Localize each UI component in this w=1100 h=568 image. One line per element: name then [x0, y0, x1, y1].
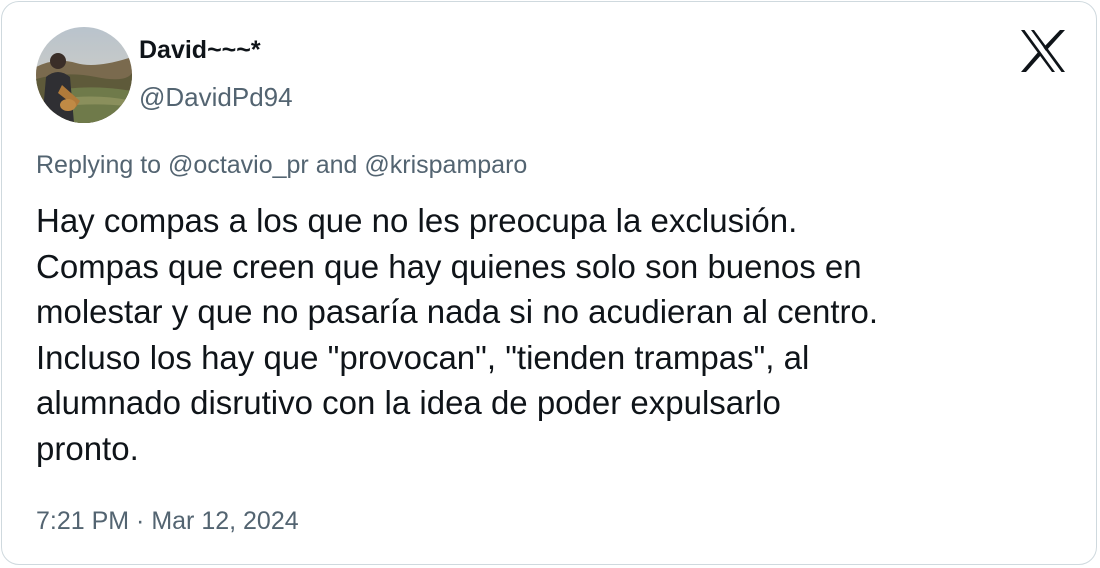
x-logo-icon[interactable] [1020, 30, 1066, 72]
replying-to-joiner: and [308, 151, 365, 179]
person-landscape-avatar-icon [36, 27, 132, 123]
tweet-text: Hay compas a los que no les preocupa la … [36, 202, 879, 467]
author-avatar[interactable] [36, 27, 132, 123]
mention-krispamparo[interactable]: @krispamparo [364, 151, 527, 179]
replying-to-prefix: Replying to [36, 151, 169, 179]
tweet-card: David~~~* @DavidPd94 Replying to @octavi… [1, 1, 1097, 565]
replying-to-line: Replying to @octavio_pr and @krispamparo [36, 151, 527, 180]
tweet-timestamp[interactable]: 7:21 PM · Mar 12, 2024 [36, 507, 299, 536]
mention-octavio-pr[interactable]: @octavio_pr [168, 151, 309, 179]
author-display-name[interactable]: David~~~* [139, 36, 261, 65]
author-handle[interactable]: @DavidPd94 [139, 82, 293, 113]
